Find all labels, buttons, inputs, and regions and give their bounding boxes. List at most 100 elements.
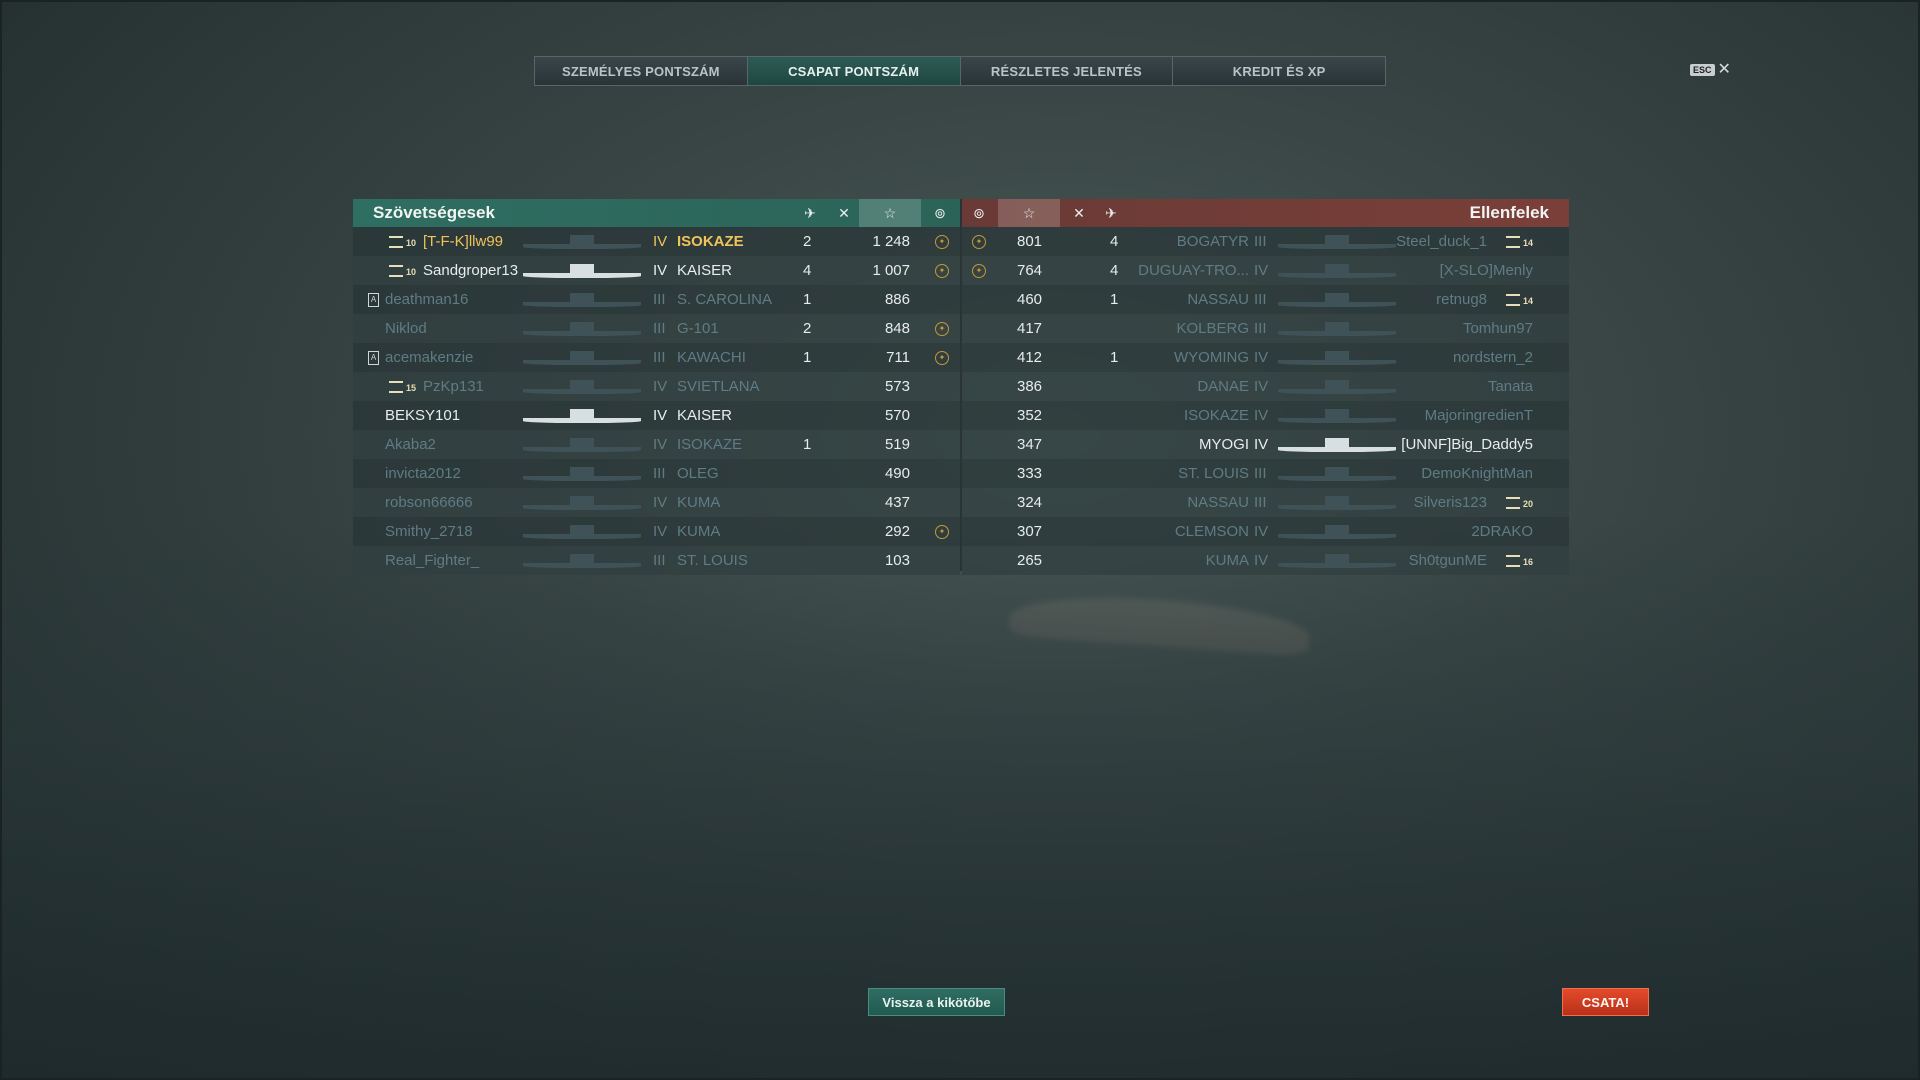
table-row[interactable]: 265 KUMA IV Sh0tgunME 16 [962,546,1569,575]
ship-silhouette-icon [523,438,641,452]
tab-detailed-report[interactable]: RÉSZLETES JELENTÉS [960,57,1174,85]
table-row[interactable]: Adeathman16 III S. CAROLINA 1 886 [353,285,960,314]
ship-name: DUGUAY-TRO... [1138,262,1249,279]
ship-silhouette-icon [1278,351,1396,365]
team-score: 265 [1017,552,1043,569]
player-name: invicta2012 [385,465,461,482]
table-row[interactable]: invicta2012 III OLEG 490 [353,459,960,488]
table-row[interactable]: Aacemakenzie III KAWACHI 1 711 ✦ [353,343,960,372]
close-icon: ✕ [1717,61,1731,78]
kills-count: 1 [803,291,812,308]
ship-name: ST. LOUIS [1178,465,1249,482]
ship-silhouette-icon [523,351,641,365]
table-row[interactable]: 10 Sandgroper13 IV KAISER 4 1 007 ✦ [353,256,960,285]
ship-bridge [1325,525,1349,534]
table-row[interactable]: 333 ST. LOUIS III DemoKnightMan [962,459,1569,488]
ship-tier: III [1254,320,1267,337]
ship-name: NASSAU [1187,291,1249,308]
table-row[interactable]: 10 [T-F-K]llw99 IV ISOKAZE 2 1 248 ✦ [353,227,960,256]
ship-bridge [570,322,594,331]
table-row[interactable]: ✦ 764 4 DUGUAY-TRO... IV [X-SLO]Menly [962,256,1569,285]
rank-icon [1505,294,1520,307]
player-name: [UNNF]Big_Daddy5 [1401,436,1533,453]
ship-bridge [570,264,594,273]
ship-silhouette-icon [1278,438,1396,452]
table-row[interactable]: robson66666 IV KUMA 437 [353,488,960,517]
team-score: 386 [1017,378,1043,395]
table-row[interactable]: Akaba2 IV ISOKAZE 1 519 [353,430,960,459]
ship-tier: III [653,320,666,337]
ship-bridge [570,293,594,302]
player-name: PzKp131 [423,378,484,395]
player-name: BEKSY101 [385,407,461,424]
team-score: 307 [1017,523,1043,540]
team-score: 570 [884,407,910,424]
back-to-port-button[interactable]: Vissza a kikötőbe [868,988,1005,1016]
table-row[interactable]: 15 PzKp131 IV SVIETLANA 573 [353,372,960,401]
ship-tier: III [653,552,666,569]
kills-count: 4 [1110,233,1119,250]
ship-tier: IV [653,262,668,279]
player-name: MajoringredienT [1424,407,1533,424]
tab-personal-score[interactable]: SZEMÉLYES PONTSZÁM [535,57,748,85]
ship-name: MYOGI [1198,436,1249,453]
table-row[interactable]: 347 MYOGI IV [UNNF]Big_Daddy5 [962,430,1569,459]
ship-hull [523,360,641,365]
ship-bridge [1325,409,1349,418]
ship-tier: III [653,349,666,366]
table-row[interactable]: 352 ISOKAZE IV MajoringredienT [962,401,1569,430]
table-row[interactable]: 307 CLEMSON IV 2DRAKO [962,517,1569,546]
ship-name: ST. LOUIS [677,552,748,569]
close-button[interactable]: ESC ✕ [1690,61,1731,78]
table-row[interactable]: Real_Fighter_ III ST. LOUIS 103 [353,546,960,575]
rank-badge: 10 [389,262,416,279]
table-row[interactable]: ✦ 801 4 BOGATYR III Steel_duck_1 14 [962,227,1569,256]
ship-bridge [570,525,594,534]
ship-silhouette-icon [523,554,641,568]
team-score: 460 [1017,291,1043,308]
ship-tier: III [1254,291,1267,308]
table-row[interactable]: 417 KOLBERG III Tomhun97 [962,314,1569,343]
ship-name: SVIETLANA [677,378,760,395]
medal-icon: ✦ [935,350,949,365]
table-row[interactable]: 412 1 WYOMING IV nordstern_2 [962,343,1569,372]
ship-bridge [1325,264,1349,273]
table-row[interactable]: 460 1 NASSAU III retnug8 14 [962,285,1569,314]
ship-tier: IV [1254,262,1269,279]
table-row[interactable]: 324 NASSAU III Silveris123 20 [962,488,1569,517]
player-name: Niklod [385,320,427,337]
tab-credits-xp[interactable]: KREDIT ÉS XP [1173,57,1385,85]
ship-hull [523,331,641,336]
ship-hull [1278,476,1396,481]
ship-name: KOLBERG [1176,320,1249,337]
table-row[interactable]: 386 DANAE IV Tanata [962,372,1569,401]
clan-icon: A [368,292,379,307]
plane-icon: ✈ [804,204,816,221]
ship-bridge [1325,554,1349,563]
ship-hull [1278,273,1396,278]
plane-icon: ✈ [1105,204,1117,221]
allies-list: 10 [T-F-K]llw99 IV ISOKAZE 2 1 248 ✦ 10 Sandgrop… [353,227,960,575]
rank-badge: 14 [1505,291,1533,308]
allies-panel: Szövetségesek ✈ ✕ ☆ ⊚ 10 [T-F-K]llw99 IV IS… [353,199,960,575]
team-score: 352 [1017,407,1043,424]
ship-name: G-101 [677,320,719,337]
team-score: 412 [1017,349,1043,366]
ship-tier: III [1254,465,1267,482]
ship-silhouette-icon [523,496,641,510]
team-score: 292 [884,523,910,540]
ship-silhouette-icon [1278,293,1396,307]
battle-button[interactable]: CSATA! [1562,988,1649,1016]
team-score: 490 [884,465,910,482]
table-row[interactable]: Niklod III G-101 2 848 ✦ [353,314,960,343]
ship-silhouette-icon [523,467,641,481]
rank-number: 10 [406,238,417,248]
enemies-panel: ⊚ ☆ ✕ ✈ Ellenfelek ✦ 801 4 BOGATYR III Steel_… [962,199,1569,575]
ship-silhouette-icon [523,380,641,394]
table-row[interactable]: BEKSY101 IV KAISER 570 [353,401,960,430]
tab-team-score[interactable]: CSAPAT PONTSZÁM [747,57,961,85]
ship-silhouette-icon [1278,235,1396,249]
ship-silhouette-icon [523,525,641,539]
table-row[interactable]: Smithy_2718 IV KUMA 292 ✦ [353,517,960,546]
team-score: 711 [886,349,910,366]
